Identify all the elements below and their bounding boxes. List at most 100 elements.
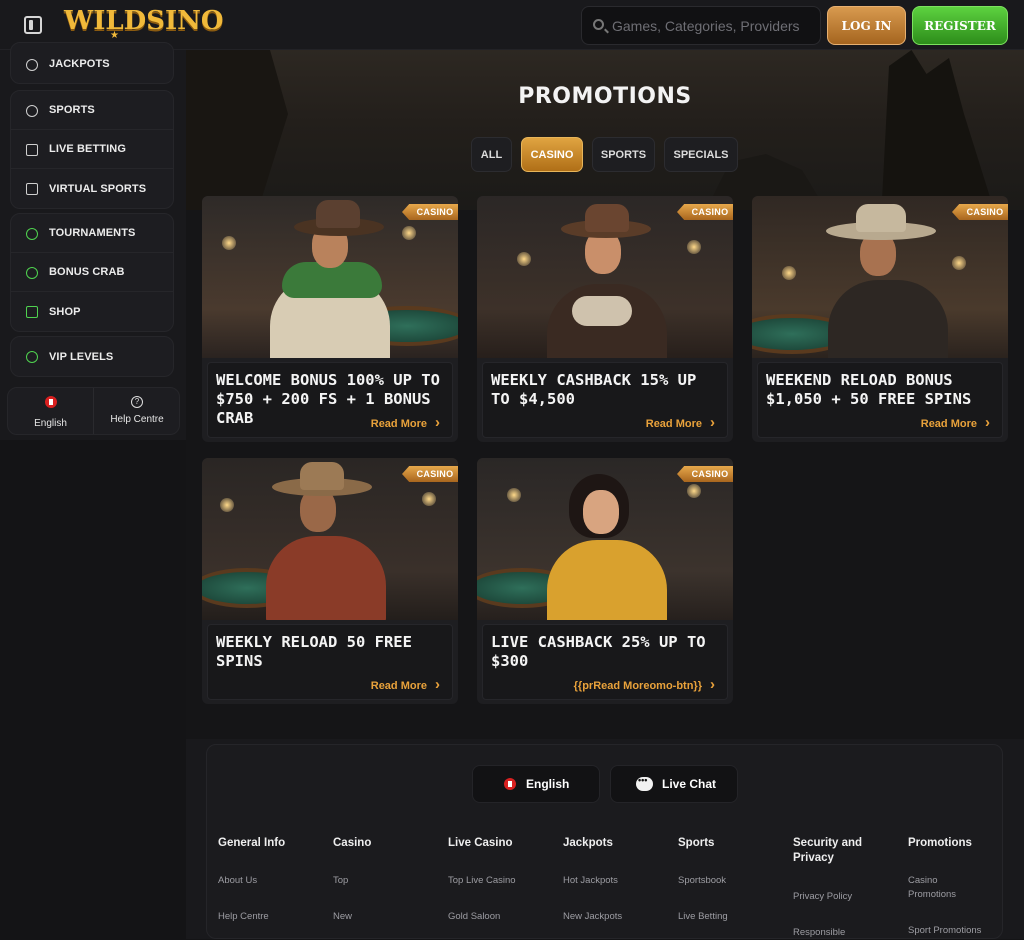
help-label: Help Centre: [110, 414, 164, 425]
promo-text-panel: WEEKLY CASHBACK 15% UP TO $4,500 Read Mo…: [482, 362, 728, 438]
jackpot-icon: [26, 59, 38, 71]
canada-flag-icon: [44, 396, 57, 408]
promo-text-panel: LIVE CASHBACK 25% UP TO $300 {{prRead Mo…: [482, 624, 728, 700]
gamepad-icon: [26, 183, 38, 195]
footer-language-button[interactable]: English: [472, 765, 600, 803]
promo-image-cowboy-green-scarf: [202, 196, 458, 358]
search-icon: [593, 19, 604, 30]
footer-link[interactable]: Hot Jackpots: [563, 874, 618, 888]
page-title: PROMOTIONS: [518, 84, 692, 109]
footer-column-casino: Casino Top New: [333, 836, 443, 922]
help-centre-link[interactable]: ? Help Centre: [94, 388, 180, 434]
tab-specials[interactable]: SPECIALS: [664, 137, 738, 172]
footer-link[interactable]: Responsible: [793, 926, 845, 940]
search-box[interactable]: [581, 6, 821, 45]
diamond-icon: [26, 351, 38, 363]
promo-card[interactable]: CASINO LIVE CASHBACK 25% UP TO $300 {{pr…: [477, 458, 733, 704]
login-button[interactable]: LOG IN: [827, 6, 906, 45]
footer-column-heading: Security and Privacy: [793, 837, 863, 864]
chat-bubble-icon: [636, 775, 653, 791]
promo-image-woman-yellow-dress: [477, 458, 733, 620]
trophy-icon: [26, 228, 38, 240]
casino-badge: CASINO: [402, 204, 458, 220]
read-more-link[interactable]: Read More: [921, 414, 990, 431]
footer-link[interactable]: Casino Promotions: [908, 874, 978, 902]
language-selector[interactable]: English: [8, 388, 94, 434]
footer-column-live-casino: Live Casino Top Live Casino Gold Saloon: [448, 836, 558, 922]
canada-flag-icon: [504, 778, 516, 790]
promo-card[interactable]: CASINO WEEKEND RELOAD BONUS $1,050 + 50 …: [752, 196, 1008, 442]
promo-image-masked-gunslinger: [202, 458, 458, 620]
sidebar-item-vip-levels[interactable]: VIP LEVELS: [11, 337, 173, 376]
promo-title: LIVE CASHBACK 25% UP TO $300: [491, 633, 706, 670]
read-more-link[interactable]: Read More: [646, 414, 715, 431]
footer-link[interactable]: New Jackpots: [563, 910, 622, 924]
promo-title: WEEKEND RELOAD BONUS $1,050 + 50 FREE SP…: [766, 371, 972, 408]
sidebar-item-sports[interactable]: SPORTS: [11, 91, 173, 130]
footer-link[interactable]: Help Centre: [218, 910, 269, 924]
footer-link[interactable]: Top: [333, 874, 348, 888]
soccer-ball-icon: [26, 105, 38, 117]
tab-sports[interactable]: SPORTS: [592, 137, 655, 172]
sidebar-group-extras: TOURNAMENTS BONUS CRAB SHOP: [10, 213, 174, 332]
sidebar: JACKPOTS SPORTS LIVE BETTING VIRTUAL SPO…: [0, 42, 186, 440]
read-more-link[interactable]: Read More: [371, 676, 440, 693]
read-more-link[interactable]: Read More: [371, 414, 440, 431]
live-chat-button[interactable]: Live Chat: [610, 765, 738, 803]
footer-link[interactable]: Top Live Casino: [448, 874, 516, 888]
sidebar-item-label: VIRTUAL SPORTS: [49, 182, 147, 195]
tab-all[interactable]: ALL: [471, 137, 512, 172]
footer-column-heading: Live Casino: [448, 837, 513, 849]
sidebar-group-sports: SPORTS LIVE BETTING VIRTUAL SPORTS: [10, 90, 174, 209]
footer-column-heading: General Info: [218, 837, 286, 849]
search-input[interactable]: [612, 7, 817, 44]
promo-title: WEEKLY CASHBACK 15% UP TO $4,500: [491, 371, 697, 408]
promo-image-cowboy-pipe: [752, 196, 1008, 358]
promo-card[interactable]: CASINO WEEKLY RELOAD 50 FREE SPINS Read …: [202, 458, 458, 704]
language-label: English: [34, 418, 67, 429]
canyon-rock-left: [186, 50, 288, 210]
help-icon: ?: [131, 396, 143, 408]
sidebar-item-jackpots[interactable]: JACKPOTS: [11, 43, 173, 83]
sidebar-item-bonus-crab[interactable]: BONUS CRAB: [11, 253, 173, 292]
footer-link[interactable]: Privacy Policy: [793, 890, 852, 904]
register-button[interactable]: REGISTER: [912, 6, 1008, 45]
footer-link[interactable]: Live Betting: [678, 910, 728, 924]
sidebar-item-label: JACKPOTS: [49, 58, 110, 70]
sidebar-item-label: SHOP: [49, 305, 81, 318]
footer-link[interactable]: Sportsbook: [678, 874, 726, 888]
footer-link[interactable]: About Us: [218, 874, 257, 888]
sidebar-group-jackpots: JACKPOTS: [10, 42, 174, 84]
logo-star-icon: ★: [110, 30, 119, 41]
promo-card[interactable]: CASINO WELCOME BONUS 100% UP TO $750 + 2…: [202, 196, 458, 442]
crab-icon: [26, 267, 38, 279]
promo-title: WEEKLY RELOAD 50 FREE SPINS: [216, 633, 412, 670]
promotions-hero-background: [186, 50, 1024, 210]
footer-column-heading: Promotions: [908, 837, 972, 849]
sidebar-item-live-betting[interactable]: LIVE BETTING: [11, 130, 173, 169]
sidebar-item-shop[interactable]: SHOP: [11, 292, 173, 331]
canyon-rock-right: [881, 50, 994, 210]
footer-column-heading: Sports: [678, 837, 715, 849]
read-more-link[interactable]: {{prRead Moreomo-btn}}: [574, 676, 715, 693]
sidebar-item-label: SPORTS: [49, 104, 95, 116]
footer-link[interactable]: Sport Promotions: [908, 924, 1008, 938]
wildsino-logo[interactable]: WILDSINO: [64, 6, 224, 36]
footer-language-label: English: [526, 777, 570, 791]
sidebar-language-help: English ? Help Centre: [7, 387, 180, 435]
sidebar-item-tournaments[interactable]: TOURNAMENTS: [11, 214, 173, 253]
promo-card[interactable]: CASINO WEEKLY CASHBACK 15% UP TO $4,500 …: [477, 196, 733, 442]
promo-text-panel: WEEKEND RELOAD BONUS $1,050 + 50 FREE SP…: [757, 362, 1003, 438]
sidebar-item-virtual-sports[interactable]: VIRTUAL SPORTS: [11, 169, 173, 208]
casino-badge: CASINO: [402, 466, 458, 482]
sidebar-toggle-icon[interactable]: [24, 16, 42, 34]
footer-column-sports: Sports Sportsbook Live Betting: [678, 836, 788, 922]
footer-link[interactable]: Gold Saloon: [448, 910, 500, 924]
footer-column-jackpots: Jackpots Hot Jackpots New Jackpots: [563, 836, 673, 922]
footer-link[interactable]: New: [333, 910, 352, 924]
footer-column-security-privacy: Security and Privacy Privacy Policy Resp…: [793, 836, 893, 938]
casino-badge: CASINO: [677, 466, 733, 482]
tab-casino[interactable]: CASINO: [521, 137, 583, 172]
casino-badge: CASINO: [677, 204, 733, 220]
live-play-icon: [26, 144, 38, 156]
